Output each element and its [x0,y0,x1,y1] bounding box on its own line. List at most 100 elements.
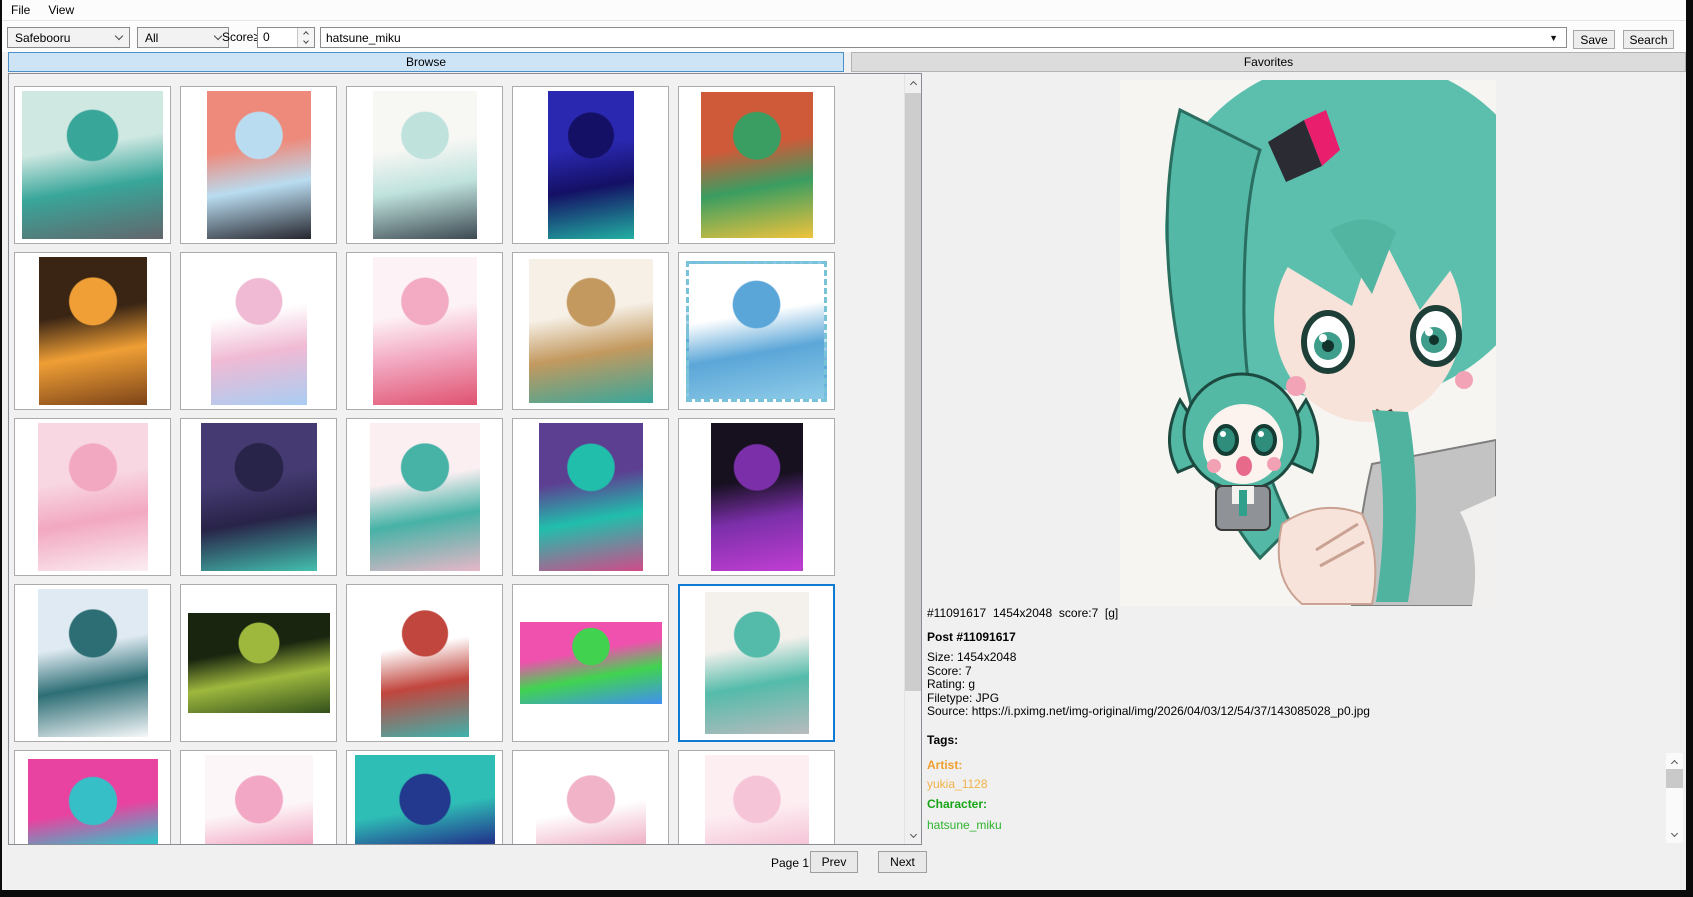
thumbnail-image [686,261,827,402]
thumbnail-image [520,622,662,704]
thumbnail-cell[interactable] [512,252,669,410]
menu-bar: File View [2,0,1686,20]
menu-view[interactable]: View [39,0,83,20]
scroll-up-button[interactable] [1666,753,1683,770]
site-select-value: Safebooru [15,31,70,45]
thumbnail-grid [14,86,836,845]
thumbnail-image [28,759,158,845]
grid-scrollbar[interactable] [904,74,921,844]
tags-header: Tags: [927,733,958,747]
score-value: 0 [258,28,297,47]
toolbar: Safebooru All Score≥ 0 hatsune_miku ▼ Sa… [2,20,1686,52]
thumbnail-cell[interactable] [180,252,337,410]
chevron-down-icon [1671,829,1678,836]
thumbnail-cell[interactable] [180,584,337,742]
thumbnail-cell[interactable] [512,584,669,742]
post-details: Size: 1454x2048 Score: 7 Rating: g Filet… [927,651,1370,719]
thumbnail-image [201,423,317,571]
thumbnail-cell[interactable] [346,252,503,410]
save-button[interactable]: Save [1573,30,1615,49]
site-select[interactable]: Safebooru [7,27,130,48]
thumbnail-image [211,257,307,405]
search-button[interactable]: Search [1623,30,1674,49]
detail-rating: Rating: g [927,678,1370,692]
tab-browse[interactable]: Browse [8,52,844,72]
thumbnail-cell[interactable] [14,86,171,244]
thumbnail-cell[interactable] [346,418,503,576]
thumbnail-cell[interactable] [678,584,835,742]
thumbnail-cell[interactable] [14,252,171,410]
thumbnail-cell[interactable] [678,86,835,244]
thumbnail-image [39,257,147,405]
chevron-down-icon [115,32,123,40]
scroll-down-button[interactable] [1666,826,1683,843]
thumbnail-panel [8,73,922,845]
thumbnail-image [373,91,477,239]
scrollbar-thumb[interactable] [1666,769,1683,788]
chevron-up-icon [910,80,917,87]
thumbnail-cell[interactable] [678,418,835,576]
chevron-up-icon [303,31,309,37]
character-header: Character: [927,797,987,811]
tag-link[interactable]: yukia_1128 [927,777,988,791]
dropdown-arrow-icon[interactable]: ▼ [1549,33,1558,43]
spin-up-button[interactable] [298,28,314,38]
score-spinner[interactable]: 0 [257,27,315,48]
thumbnail-image [548,91,634,239]
thumbnail-image [529,259,653,403]
thumbnail-cell[interactable] [678,252,835,410]
detail-size: Size: 1454x2048 [927,651,1370,665]
thumbnail-image [355,755,495,845]
thumbnail-cell[interactable] [180,418,337,576]
preview-caption: #11091617 1454x2048 score:7 [g] [927,606,1118,620]
window-edge [0,0,2,897]
thumbnail-cell[interactable] [14,584,171,742]
thumbnail-image [536,755,646,845]
prev-button[interactable]: Prev [810,851,858,873]
tags-scrollbar[interactable] [1666,753,1683,843]
thumbnail-cell[interactable] [14,418,171,576]
tab-favorites[interactable]: Favorites [851,52,1686,72]
rating-select[interactable]: All [137,27,229,48]
chevron-down-icon [910,830,917,837]
thumbnail-cell[interactable] [180,86,337,244]
artist-header: Artist: [927,758,962,772]
tag-link[interactable]: hatsune_miku [927,818,1002,832]
chevron-down-icon [214,32,222,40]
thumbnail-image [701,92,813,238]
thumbnail-image [207,91,311,239]
chevron-up-icon [1671,759,1678,766]
next-button[interactable]: Next [878,851,927,873]
thumbnail-cell[interactable] [678,750,835,845]
preview-image [1120,80,1496,606]
thumbnail-image [711,423,803,571]
scroll-down-button[interactable] [905,827,922,844]
thumbnail-cell[interactable] [14,750,171,845]
spin-down-button[interactable] [298,38,314,48]
thumbnail-image [22,91,163,239]
character-tag-list: hatsune_miku [927,818,1002,832]
thumbnail-cell[interactable] [346,86,503,244]
chevron-down-icon [303,38,309,44]
thumbnail-image [705,755,809,845]
thumbnail-image [38,589,148,737]
artist-tag-list: yukia_1128 [927,777,988,791]
search-input[interactable]: hatsune_miku ▼ [320,27,1567,48]
thumbnail-image [38,423,148,571]
thumbnail-image [370,423,480,571]
menu-file[interactable]: File [2,0,39,20]
thumbnail-cell[interactable] [346,750,503,845]
thumbnail-image [205,755,313,845]
app-window: File View Safebooru All Score≥ 0 hatsune… [0,0,1686,890]
scroll-up-button[interactable] [905,74,922,91]
thumbnail-image [705,592,809,734]
detail-filetype: Filetype: JPG [927,692,1370,706]
detail-score: Score: 7 [927,665,1370,679]
thumbnail-cell[interactable] [346,584,503,742]
thumbnail-cell[interactable] [512,86,669,244]
thumbnail-cell[interactable] [512,418,669,576]
thumbnail-cell[interactable] [512,750,669,845]
thumbnail-image [188,613,330,713]
thumbnail-cell[interactable] [180,750,337,845]
scrollbar-thumb[interactable] [905,93,922,691]
